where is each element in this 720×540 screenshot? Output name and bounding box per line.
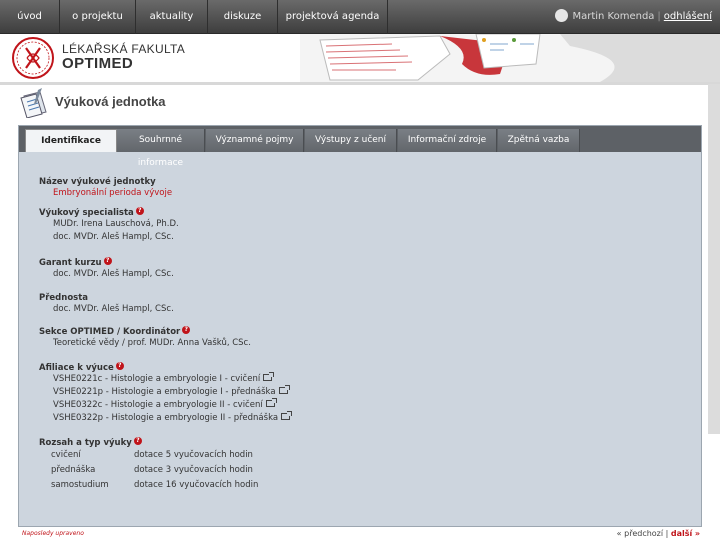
nav-item-aktuality[interactable]: aktuality [136,0,208,34]
teaching-type: cvičení [51,450,81,460]
pagination: « předchozí | další » [617,529,700,538]
prednosta-value: doc. MVDr. Aleš Hampl, CSc. [53,304,174,314]
tab-zpetna-vazba[interactable]: Zpětná vazba [498,129,580,152]
section-label-text: Rozsah a typ výuky [39,438,132,448]
teaching-type: samostudium [51,480,109,490]
section-label: Garant kurzu? [39,257,174,268]
section-label-text: Sekce OPTIMED / Koordinátor [39,327,181,337]
external-link-icon[interactable] [281,411,293,420]
tab-vyznamne-pojmy[interactable]: Významné pojmy [206,129,304,152]
external-link-icon[interactable] [278,385,290,394]
nav-item-o-projektu[interactable]: o projektu [60,0,136,34]
external-link-icon[interactable] [265,398,277,407]
unit-name-value: Embryonální perioda vývoje [53,188,173,198]
section-label-text: Výukový specialista [39,208,134,218]
course-link-text[interactable]: VSHE0322p - Histologie a embryologie II … [53,413,278,423]
section-label: Rozsah a typ výuky? [39,437,258,448]
document-icon [20,88,47,118]
faculty-logo-icon[interactable] [10,36,56,80]
help-icon[interactable]: ? [182,326,191,334]
page-title: Výuková jednotka [55,94,166,109]
help-icon[interactable]: ? [133,437,142,445]
next-link[interactable]: další [671,529,692,538]
garant-value: doc. MVDr. Aleš Hampl, CSc. [53,269,174,279]
course-link[interactable]: VSHE0322c - Histologie a embryologie II … [39,398,290,412]
specialist-value: MUDr. Irena Lauschová, Ph.D. [53,219,179,229]
section-label-text: Garant kurzu [39,258,102,268]
tab-identifikace[interactable]: Identifikace [25,129,117,152]
tab-bar: Identifikace Souhrnné informace Významné… [19,126,701,168]
section-label: Přednosta [39,293,89,303]
rozsah-row: cvičení dotace 5 vyučovacích hodin [39,448,258,463]
sekce-value: Teoretické vědy / prof. MUDr. Anna Vašků… [53,338,251,348]
site-header: LÉKAŘSKÁ FAKULTA OPTIMED [0,34,720,82]
header-collage-image [300,34,720,82]
course-link-text[interactable]: VSHE0221p - Histologie a embryologie I -… [53,387,276,397]
teaching-amount: dotace 5 vyučovacích hodin [134,450,253,460]
project-name: OPTIMED [62,55,134,72]
tab-souhrnne-informace[interactable]: Souhrnné informace [117,129,205,168]
specialist-value: doc. MVDr. Aleš Hampl, CSc. [53,232,174,242]
section-prednosta: Přednosta doc. MVDr. Aleš Hampl, CSc. [39,293,174,316]
help-icon[interactable]: ? [135,207,144,215]
header-divider [0,82,720,85]
section-afiliace: Afiliace k výuce? VSHE0221c - Histologie… [39,362,293,425]
section-label: Afiliace k výuce? [39,362,290,373]
logout-link[interactable]: odhlášení [664,11,712,22]
course-link-text[interactable]: VSHE0322c - Histologie a embryologie II … [53,400,263,410]
user-icon [555,8,569,22]
user-name[interactable]: Martin Komenda [572,11,654,22]
section-label: Název výukové jednotky [39,177,156,187]
rozsah-row: přednáška dotace 3 vyučovacích hodin [39,463,258,478]
rozsah-row: samostudium dotace 16 vyučovacích hodin [39,478,258,493]
section-specialist: Výukový specialista? MUDr. Irena Lauscho… [39,207,179,244]
teaching-amount: dotace 3 vyučovacích hodin [134,465,253,475]
page-root: úvod o projektu aktuality diskuze projek… [0,0,720,540]
section-label: Sekce OPTIMED / Koordinátor? [39,326,251,337]
teaching-type: přednáška [51,465,96,475]
scrollbar[interactable] [708,84,720,434]
previous-link[interactable]: předchozí [624,529,663,538]
section-unit-name: Název výukové jednotky Embryonální perio… [39,177,172,200]
section-garant: Garant kurzu? doc. MVDr. Aleš Hampl, CSc… [39,257,174,281]
tab-vystupy-z-uceni[interactable]: Výstupy z učení [305,129,397,152]
nav-separator: | [657,11,661,22]
faculty-name: LÉKAŘSKÁ FAKULTA [62,42,186,56]
help-icon[interactable]: ? [103,257,112,265]
tab-informacni-zdroje[interactable]: Informační zdroje [398,129,497,152]
help-icon[interactable]: ? [115,362,124,370]
teaching-amount: dotace 16 vyučovacích hodin [134,480,259,490]
section-rozsah: Rozsah a typ výuky? cvičení dotace 5 vyuč… [39,437,258,493]
nav-item-diskuze[interactable]: diskuze [208,0,278,34]
external-link-icon[interactable] [263,372,275,381]
course-link-text[interactable]: VSHE0221c - Histologie a embryologie I -… [53,374,260,384]
course-link[interactable]: VSHE0221p - Histologie a embryologie I -… [39,385,290,399]
user-menu: Martin Komenda | odhlášení [555,0,712,34]
chevron-left-icon[interactable]: « [617,529,622,538]
unit-detail-panel: Identifikace Souhrnné informace Významné… [18,125,702,527]
course-link[interactable]: VSHE0322p - Histologie a embryologie II … [39,411,293,425]
section-sekce: Sekce OPTIMED / Koordinátor? Teoretické … [39,326,251,350]
chevron-right-icon[interactable]: » [695,529,700,538]
nav-item-projektova-agenda[interactable]: projektová agenda [278,0,388,34]
top-navigation-bar: úvod o projektu aktuality diskuze projek… [0,0,720,34]
section-label: Výukový specialista? [39,207,179,218]
section-label-text: Afiliace k výuce [39,363,114,373]
pagination-separator: | [665,529,669,538]
course-link[interactable]: VSHE0221c - Histologie a embryologie I -… [39,372,290,386]
nav-item-uvod[interactable]: úvod [0,0,60,34]
last-modified-label: Naposledy upraveno [22,530,84,537]
